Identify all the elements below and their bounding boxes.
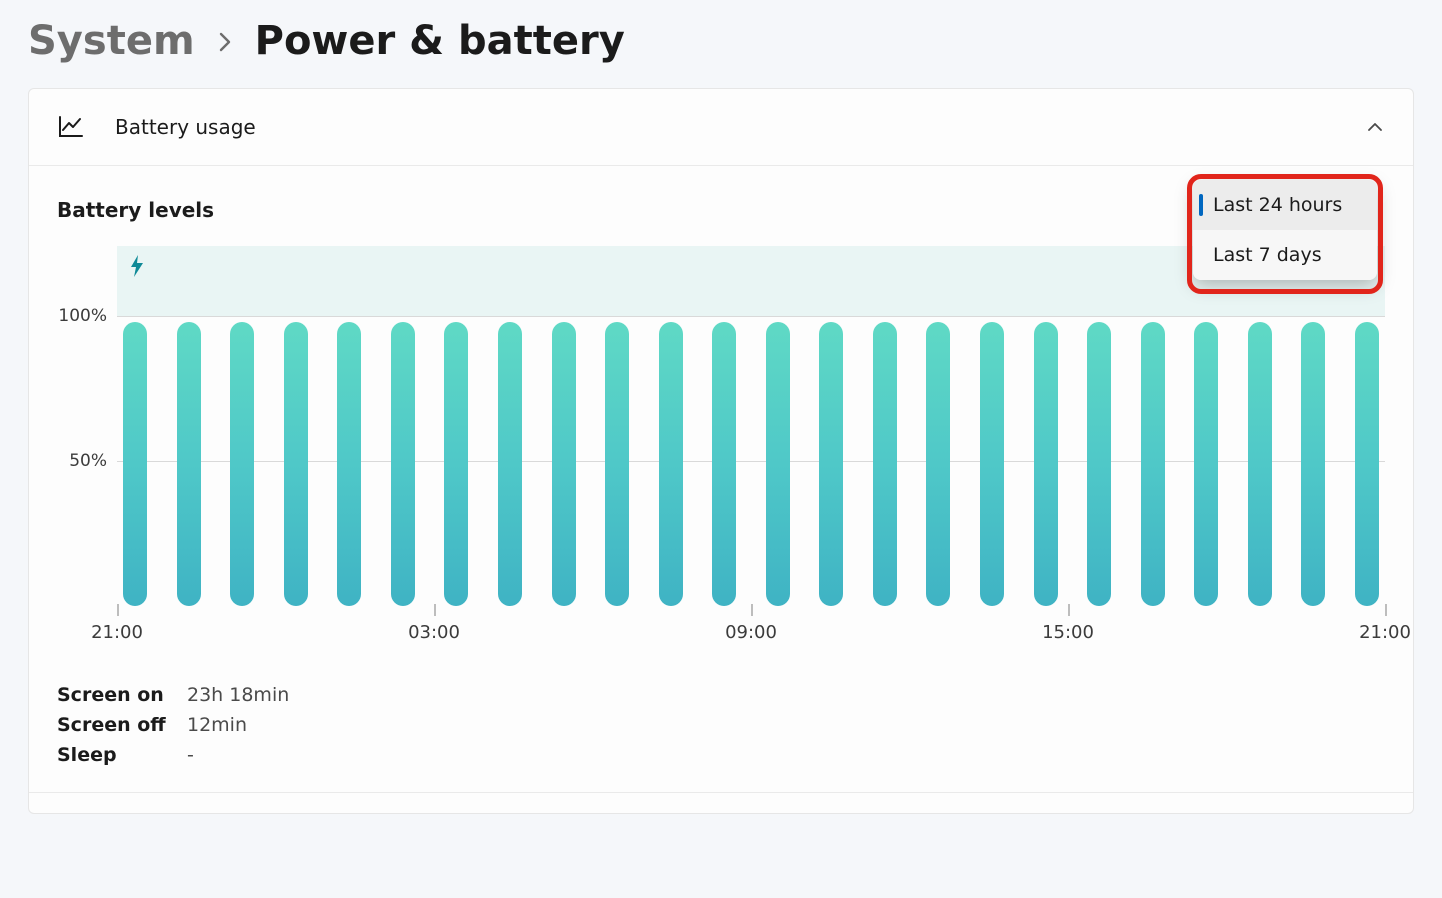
chevron-up-icon <box>1365 117 1385 137</box>
summary-value: - <box>187 744 194 766</box>
chart-line-icon <box>57 113 85 141</box>
divider <box>29 792 1413 793</box>
battery-usage-header[interactable]: Battery usage <box>29 89 1413 166</box>
x-tick-label: 09:00 <box>725 622 777 643</box>
chart-bar[interactable] <box>123 322 147 606</box>
section-title-battery-levels: Battery levels <box>57 198 1385 222</box>
x-tick-mark <box>117 604 119 616</box>
summary-label: Screen off <box>57 714 187 736</box>
chart-bar[interactable] <box>230 322 254 606</box>
dropdown-option-24h[interactable]: Last 24 hours <box>1193 180 1377 230</box>
chart-bar[interactable] <box>1194 322 1218 606</box>
x-tick-mark <box>1385 604 1387 616</box>
chart-bar[interactable] <box>284 322 308 606</box>
chart-bar[interactable] <box>1087 322 1111 606</box>
y-tick-100: 100% <box>58 306 107 326</box>
chart-bar[interactable] <box>712 322 736 606</box>
chart-bar[interactable] <box>659 322 683 606</box>
x-tick-label: 21:00 <box>91 622 143 643</box>
summary-label: Sleep <box>57 744 187 766</box>
chart-bar[interactable] <box>391 322 415 606</box>
x-tick-mark <box>751 604 753 616</box>
chart-y-axis: 100% 50% <box>57 286 117 646</box>
chart-plot-area[interactable]: 21:0003:0009:0015:0021:00 <box>117 246 1385 646</box>
chart-bar[interactable] <box>819 322 843 606</box>
chart-bar[interactable] <box>873 322 897 606</box>
battery-usage-card: Battery usage Battery levels Last 24 hou… <box>28 88 1414 814</box>
chart-bar[interactable] <box>337 322 361 606</box>
summary-row-sleep: Sleep - <box>57 740 1385 770</box>
chart-bar[interactable] <box>498 322 522 606</box>
x-tick-mark <box>1068 604 1070 616</box>
x-tick-label: 15:00 <box>1042 622 1094 643</box>
battery-levels-chart: 100% 50% 21:0003:0009:0015:0021:00 <box>57 246 1385 646</box>
time-range-dropdown[interactable]: Last 24 hours Last 7 days <box>1193 180 1377 280</box>
breadcrumb-current: Power & battery <box>255 18 625 64</box>
chart-bar[interactable] <box>605 322 629 606</box>
usage-summary: Screen on 23h 18min Screen off 12min Sle… <box>57 680 1385 770</box>
summary-row-screen-off: Screen off 12min <box>57 710 1385 740</box>
lightning-bolt-icon <box>129 254 145 284</box>
breadcrumb: System Power & battery <box>28 10 1414 88</box>
y-tick-50: 50% <box>69 451 107 471</box>
chart-bar[interactable] <box>980 322 1004 606</box>
chart-bar[interactable] <box>177 322 201 606</box>
x-tick-label: 21:00 <box>1359 622 1411 643</box>
breadcrumb-parent[interactable]: System <box>28 18 195 64</box>
chart-bar[interactable] <box>1034 322 1058 606</box>
chevron-right-icon <box>217 26 233 59</box>
summary-value: 23h 18min <box>187 684 289 706</box>
chart-bar[interactable] <box>444 322 468 606</box>
chart-bar[interactable] <box>1301 322 1325 606</box>
chart-bar[interactable] <box>552 322 576 606</box>
card-header-title: Battery usage <box>115 115 1365 139</box>
chart-x-axis: 21:0003:0009:0015:0021:00 <box>117 610 1385 646</box>
summary-label: Screen on <box>57 684 187 706</box>
dropdown-option-7d[interactable]: Last 7 days <box>1193 230 1377 280</box>
x-tick-mark <box>434 604 436 616</box>
x-tick-label: 03:00 <box>408 622 460 643</box>
chart-bars <box>117 316 1385 606</box>
chart-bar[interactable] <box>1141 322 1165 606</box>
chart-bar[interactable] <box>926 322 950 606</box>
chart-bar[interactable] <box>1355 322 1379 606</box>
summary-value: 12min <box>187 714 247 736</box>
card-body: Battery levels Last 24 hours Last 7 days… <box>29 166 1413 813</box>
summary-row-screen-on: Screen on 23h 18min <box>57 680 1385 710</box>
chart-bar[interactable] <box>1248 322 1272 606</box>
chart-bar[interactable] <box>766 322 790 606</box>
